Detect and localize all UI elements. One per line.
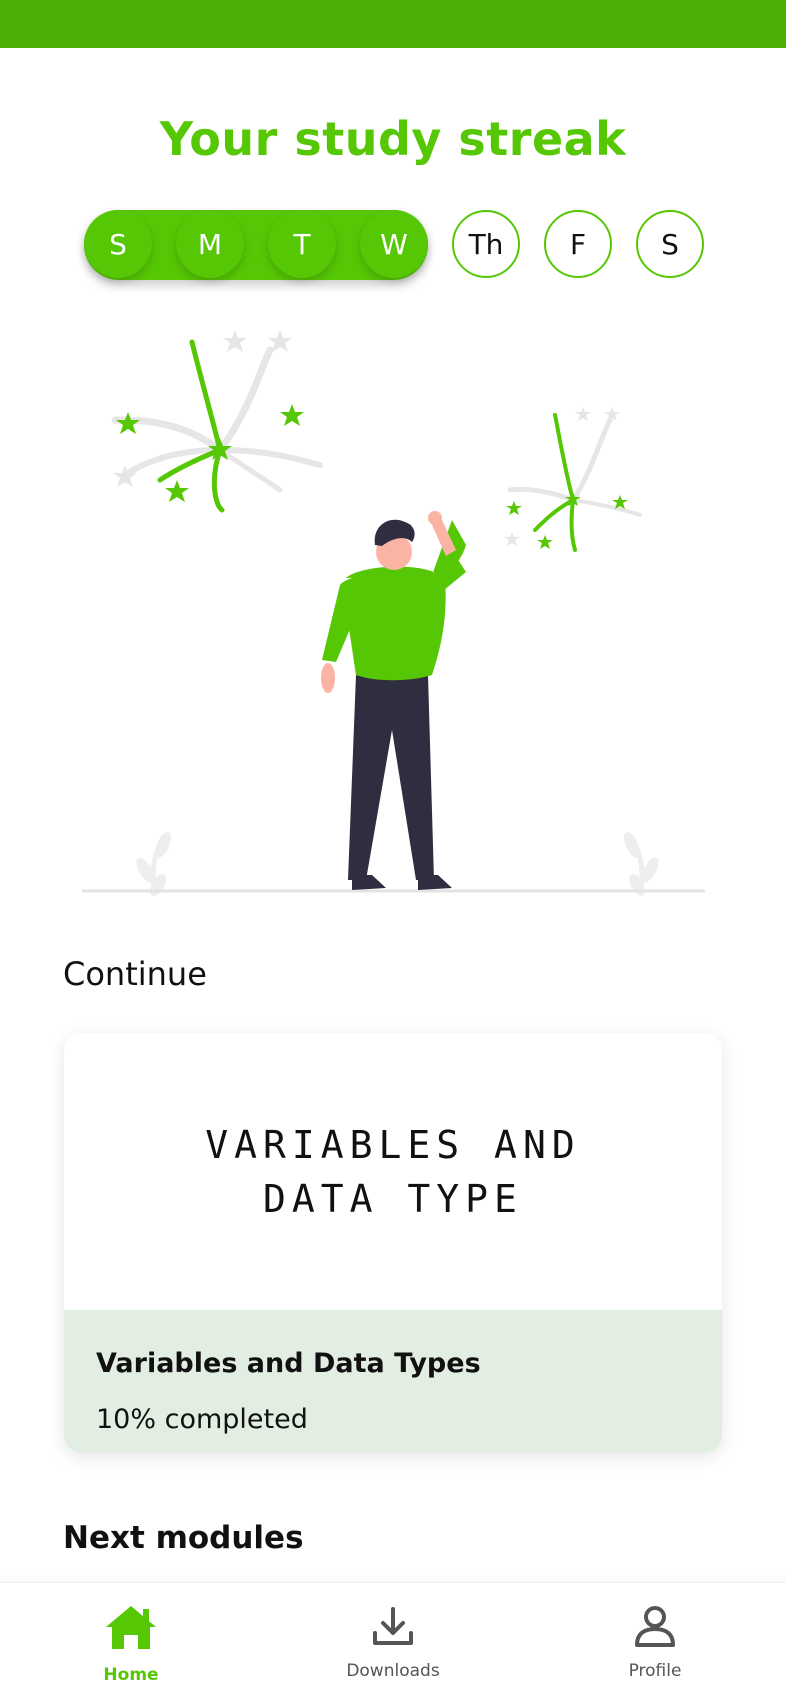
streak-day-wednesday: W (360, 210, 428, 278)
module-progress-text: 10% completed (96, 1404, 308, 1435)
celebration-illustration (82, 330, 705, 896)
next-modules-heading: Next modules (63, 1520, 304, 1556)
module-title: Variables and Data Types (96, 1348, 481, 1379)
nav-downloads[interactable]: Downloads (303, 1583, 483, 1703)
plant-right-icon (623, 832, 659, 896)
download-icon (373, 1607, 413, 1645)
streak-day-sunday: S (84, 210, 152, 278)
person-icon (321, 511, 466, 890)
nav-profile-label: Profile (628, 1661, 682, 1681)
nav-home-label: Home (103, 1665, 159, 1685)
nav-downloads-label: Downloads (346, 1661, 440, 1681)
plant-left-icon (136, 832, 172, 896)
firework-right-icon (504, 407, 642, 552)
firework-left-icon (111, 330, 323, 513)
home-icon (106, 1606, 156, 1649)
bottom-navigation: Home Downloads Profile (0, 1582, 786, 1703)
nav-home[interactable]: Home (41, 1583, 221, 1703)
profile-icon (635, 1606, 675, 1647)
module-cover: VARIABLES AND DATA TYPE (64, 1033, 722, 1310)
streak-day-saturday: S (636, 210, 704, 278)
module-card-footer: Variables and Data Types 10% completed (64, 1310, 722, 1453)
status-bar (0, 0, 786, 48)
continue-heading: Continue (63, 955, 207, 993)
streak-day-thursday: Th (452, 210, 520, 278)
module-cover-line1: VARIABLES AND (205, 1122, 581, 1167)
module-cover-line2: DATA TYPE (263, 1176, 523, 1221)
nav-profile[interactable]: Profile (565, 1583, 745, 1703)
continue-module-card[interactable]: VARIABLES AND DATA TYPE Variables and Da… (64, 1033, 722, 1453)
streak-day-tuesday: T (268, 210, 336, 278)
streak-day-monday: M (176, 210, 244, 278)
streak-day-friday: F (544, 210, 612, 278)
page-title: Your study streak (159, 112, 627, 166)
